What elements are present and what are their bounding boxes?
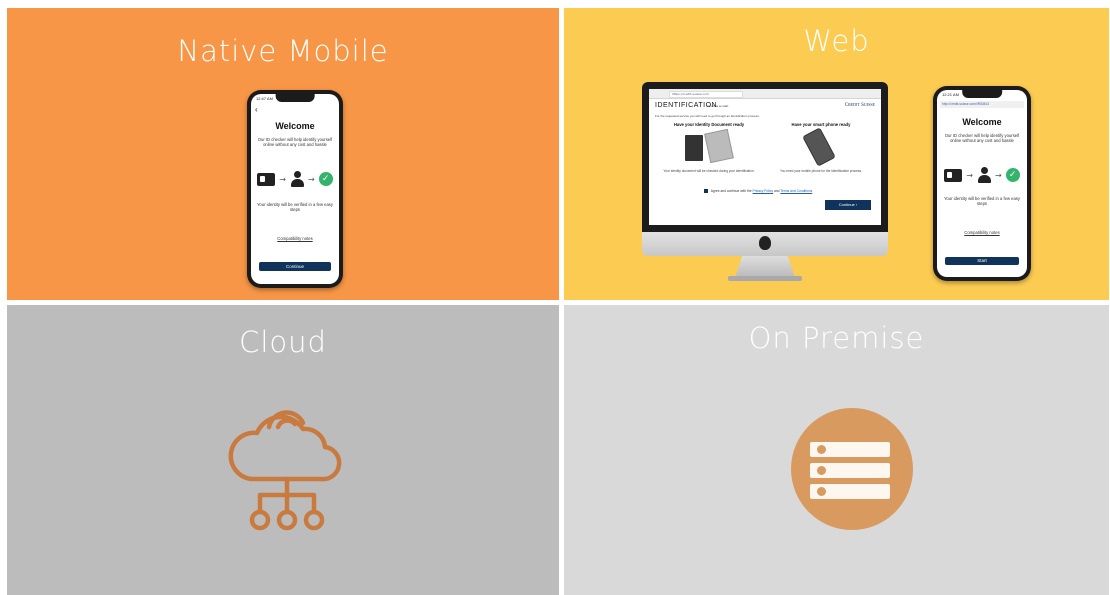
- id-card-icon: [257, 172, 276, 186]
- agree-text: Agree and continue with the: [710, 189, 752, 193]
- cloud-panel: Cloud: [7, 305, 559, 595]
- check-icon: ✓: [1005, 168, 1020, 182]
- document-description: Your identity document will be checked d…: [663, 169, 755, 173]
- url-bar[interactable]: https://credit-suisse.com: [669, 91, 743, 98]
- welcome-heading: Welcome: [962, 117, 1002, 127]
- arrow-icon: →: [308, 174, 315, 184]
- browser-bar: https://credit-suisse.com: [649, 89, 881, 99]
- identification-intro: For the requested service you will need …: [655, 114, 760, 118]
- person-icon: [290, 171, 304, 187]
- id-card-icon: [944, 168, 963, 182]
- server-unit: [810, 484, 890, 499]
- apple-logo-icon: [759, 236, 771, 250]
- phone-column: Have your smart phone ready You need you…: [771, 122, 871, 173]
- compatibility-link[interactable]: Compatibility notes: [251, 236, 339, 241]
- identification-subheading: continue to start: [707, 104, 729, 108]
- back-icon[interactable]: ‹: [255, 105, 258, 114]
- server-unit: [810, 442, 890, 457]
- welcome-heading: Welcome: [275, 121, 315, 131]
- arrow-icon: →: [995, 170, 1002, 180]
- phone-title: Have your smart phone ready: [791, 122, 851, 127]
- server-stack-icon: [791, 408, 913, 530]
- welcome-description: Our ID checker will help identify yourse…: [257, 137, 333, 148]
- smartphone-icon: [802, 127, 836, 167]
- terms-link[interactable]: Terms and Conditions: [780, 189, 812, 193]
- agree-checkbox[interactable]: [704, 189, 708, 194]
- brand-logo: Credit Suisse: [844, 103, 875, 108]
- start-button[interactable]: Start: [945, 257, 1019, 265]
- monitor-foot: [728, 276, 802, 281]
- verify-text: Your identity will be verified in a few …: [944, 196, 1020, 207]
- on-premise-panel: On Premise: [564, 305, 1109, 595]
- desktop-continue-label: Continue: [838, 202, 855, 207]
- on-premise-title: On Premise: [748, 321, 925, 355]
- phone-description: You need your mobile phone for the ident…: [780, 169, 862, 173]
- document-column: Have your Identity Document ready Your i…: [659, 122, 759, 173]
- compatibility-link[interactable]: Compatibility notes: [937, 230, 1027, 235]
- cloud-title: Cloud: [239, 325, 327, 359]
- desktop-continue-button[interactable]: Continue ›: [825, 200, 871, 210]
- monitor-stand: [735, 256, 795, 278]
- phone-screen: 12:47 AM ‹ Welcome Our ID checker will h…: [251, 94, 339, 284]
- native-mobile-phone: 12:47 AM ‹ Welcome Our ID checker will h…: [247, 90, 343, 288]
- arrow-icon: →: [279, 174, 286, 184]
- desktop-computer: https://credit-suisse.com IDENTIFICATION…: [642, 82, 888, 286]
- steps-illustration: → → ✓: [251, 171, 339, 187]
- monitor-chin: [642, 232, 888, 256]
- web-panel: Web https://credit-suisse.com IDENTIFICA…: [564, 8, 1109, 300]
- status-time: 12:21 AM: [942, 92, 959, 97]
- web-title: Web: [803, 24, 870, 58]
- web-phone: 12:21 AM http://credit-suisse.com/IRID84…: [933, 86, 1031, 281]
- steps-illustration: → → ✓: [937, 167, 1027, 183]
- privacy-policy-link[interactable]: Privacy Policy: [753, 189, 774, 193]
- and-text: and: [773, 189, 780, 193]
- cloud-network-icon: [228, 410, 342, 531]
- web-phone-screen: 12:21 AM http://credit-suisse.com/IRID84…: [937, 90, 1027, 277]
- person-icon: [977, 167, 991, 183]
- native-mobile-title: Native Mobile: [177, 34, 389, 68]
- status-time: 12:47 AM: [256, 96, 273, 101]
- desktop-screen: https://credit-suisse.com IDENTIFICATION…: [649, 89, 881, 225]
- continue-button[interactable]: Continue: [259, 262, 331, 271]
- check-icon: ✓: [318, 172, 333, 186]
- verify-text: Your identity will be verified in a few …: [257, 202, 333, 213]
- mobile-url-bar[interactable]: http://credit-suisse.com/IRID843: [940, 101, 1024, 108]
- document-title: Have your Identity Document ready: [673, 122, 745, 127]
- server-unit: [810, 463, 890, 478]
- welcome-description: Our ID checker will help identify yourse…: [944, 133, 1020, 144]
- phone-notch: [275, 94, 315, 102]
- documents-icon: [685, 128, 737, 164]
- arrow-icon: →: [966, 170, 973, 180]
- phone-notch: [962, 90, 1002, 98]
- monitor-frame: https://credit-suisse.com IDENTIFICATION…: [642, 82, 888, 232]
- agree-row[interactable]: Agree and continue with the Privacy Poli…: [704, 189, 812, 194]
- native-mobile-panel: Native Mobile 12:47 AM ‹ Welcome Our ID …: [7, 8, 559, 300]
